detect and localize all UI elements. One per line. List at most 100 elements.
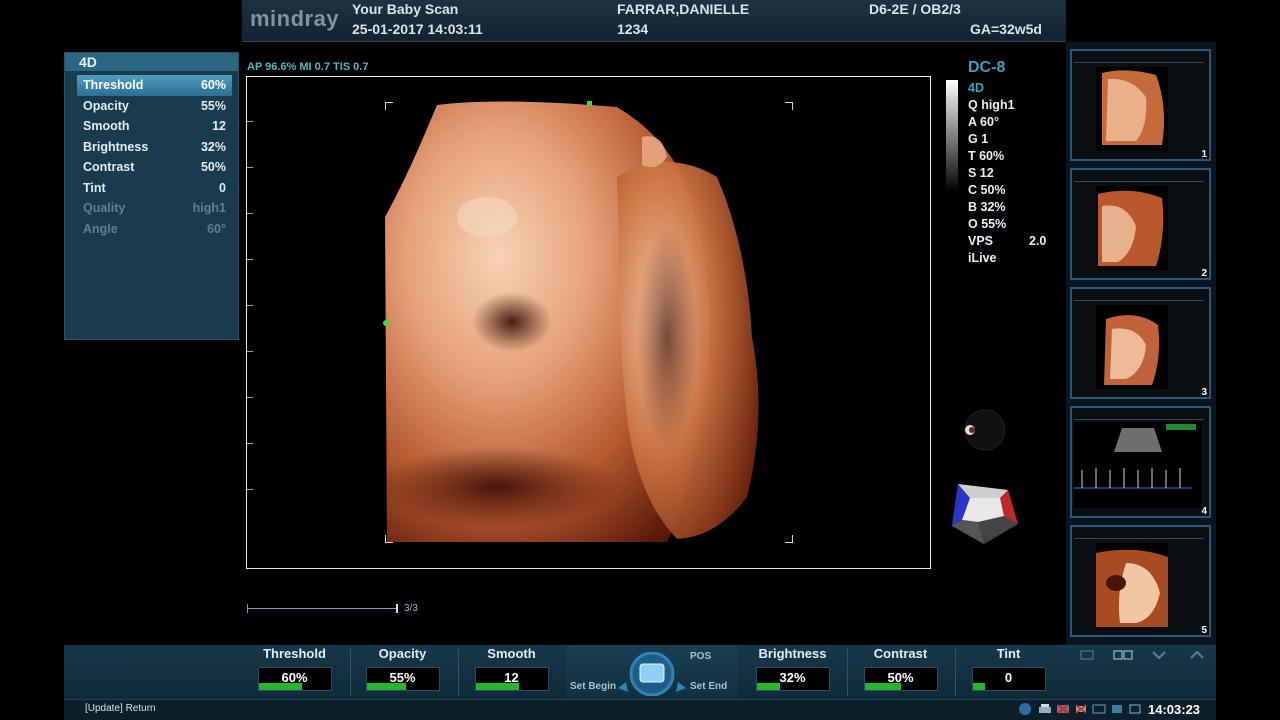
knob-value-box: 12 [474,667,549,691]
cine-dial-icon [618,652,686,696]
cine-position-marker[interactable] [396,604,398,613]
screen-icon [1092,704,1106,714]
single-view-icon[interactable] [1072,648,1102,662]
thumbnail-4[interactable]: 4 [1070,406,1211,518]
cine-progress-track[interactable] [247,608,397,609]
patient-id: 1234 [617,21,649,37]
probe-name: DC-8 [968,59,1006,76]
knob-value-box: 55% [365,667,440,691]
thumbnail-header [1074,410,1204,420]
depth-tick [247,259,253,260]
status-hint: [Update] Return [85,703,156,714]
knob-label: Brightness [758,646,827,661]
knob-value: 12 [504,670,519,685]
light-source-icon[interactable] [955,408,1009,452]
readout-vps-value: 2.0 [1029,234,1047,248]
param-label: Threshold [83,78,144,92]
thumbnail-number: 2 [1201,268,1207,279]
orientation-cube-icon[interactable] [948,476,1022,548]
knob-threshold[interactable]: Threshold 60% [242,645,347,699]
knob-label: Opacity [378,646,427,661]
depth-tick [247,213,253,214]
fetal-face-render [377,101,759,542]
cine-frame-counter: 3/3 [404,603,418,614]
knob-label: Smooth [487,646,536,661]
readout-gain: G 1 [968,132,989,146]
param-row-angle[interactable]: Angle 60° [77,219,232,240]
printer-icon [1039,704,1051,713]
roi-corner [785,102,793,110]
readout-contrast: C 50% [968,183,1006,197]
knob-value-box: 50% [863,667,938,691]
header: mindray Your Baby Scan 25-01-2017 14:03:… [0,0,1280,42]
usb-icon [1075,704,1087,714]
thumbnail-number: 3 [1201,387,1207,398]
knob-opacity[interactable]: Opacity 55% [350,645,455,699]
roi-corner [385,102,393,110]
knob-label: Contrast [873,646,928,661]
param-row-brightness[interactable]: Brightness 32% [77,137,232,158]
thumbnail-image [1096,67,1168,151]
knob-brightness[interactable]: Brightness 32% [740,645,845,699]
depth-tick [247,121,253,122]
param-label: Tint [83,180,106,195]
thumbnail-number: 4 [1201,506,1207,517]
exam-datetime: 25-01-2017 14:03:11 [352,21,483,37]
knob-value-box: 60% [257,667,332,691]
param-label: Brightness [83,139,149,154]
patient-name: FARRAR,DANIELLE [617,1,750,17]
param-value: 0 [219,180,226,195]
param-row-smooth[interactable]: Smooth 12 [77,116,232,137]
thumbnail-3[interactable]: 3 [1070,287,1211,399]
param-value: 60% [200,78,226,92]
thumbnail-1[interactable]: 1 [1070,49,1211,161]
param-value: 60° [207,221,226,236]
param-row-opacity[interactable]: Opacity 55% [77,96,232,117]
brand-logo: mindray [250,6,340,31]
roi-corner [785,535,793,543]
thumbnail-header [1074,172,1204,182]
knob-value: 50% [887,670,914,685]
param-row-tint[interactable]: Tint 0 [77,178,232,199]
set-begin-label: Set Begin [570,681,617,692]
thumbnail-number: 1 [1201,149,1207,160]
page-up-icon[interactable] [1182,648,1212,662]
thumbnail-5[interactable]: 5 [1070,525,1211,637]
knob-smooth[interactable]: Smooth 12 [459,645,564,699]
page-down-icon[interactable] [1144,648,1174,662]
param-value: 12 [212,119,226,133]
param-row-threshold[interactable]: Threshold 60% [77,75,232,96]
imaging-mode: 4D [968,81,984,95]
readout-opacity: O 55% [968,217,1007,231]
knob-value-box: 32% [755,667,830,691]
thumbnail-image [1096,543,1168,627]
pos-label: POS [690,651,712,662]
param-menu-4d: 4D Threshold 60% Opacity 55% Smooth 12 Brig… [64,52,239,340]
param-label: Opacity [83,98,129,113]
display-icon [1129,704,1141,714]
exam-title: Your Baby Scan [352,1,459,17]
knob-value: 32% [779,670,806,685]
knob-tint[interactable]: Tint 0 [956,645,1061,699]
param-row-contrast[interactable]: Contrast 50% [77,157,232,178]
depth-tick [247,167,253,168]
readout-threshold: T 60% [968,149,1005,163]
acoustic-output-readout: AP 96.6% MI 0.7 TIS 0.7 [247,61,369,73]
thumbnail-number: 5 [1201,625,1207,636]
cine-position-control[interactable]: POS Set Begin Set End [566,645,738,699]
thumbnail-header [1074,529,1204,539]
thumbnail-2[interactable]: 2 [1070,168,1211,280]
param-row-quality[interactable]: Quality high1 [77,198,232,219]
readout-quality: Q high1 [968,98,1015,112]
param-label: Angle [83,221,118,236]
thumbnail-header [1074,53,1204,63]
depth-tick [247,305,253,306]
thumbnail-image [1096,305,1168,389]
param-menu-title: 4D [65,53,238,71]
knob-contrast[interactable]: Contrast 50% [848,645,953,699]
rendered-4d-image[interactable] [246,76,931,569]
knob-value: 60% [281,670,308,685]
knob-value-box: 0 [971,667,1046,691]
grayscale-bar [946,80,958,192]
dual-view-icon[interactable] [1108,648,1138,662]
